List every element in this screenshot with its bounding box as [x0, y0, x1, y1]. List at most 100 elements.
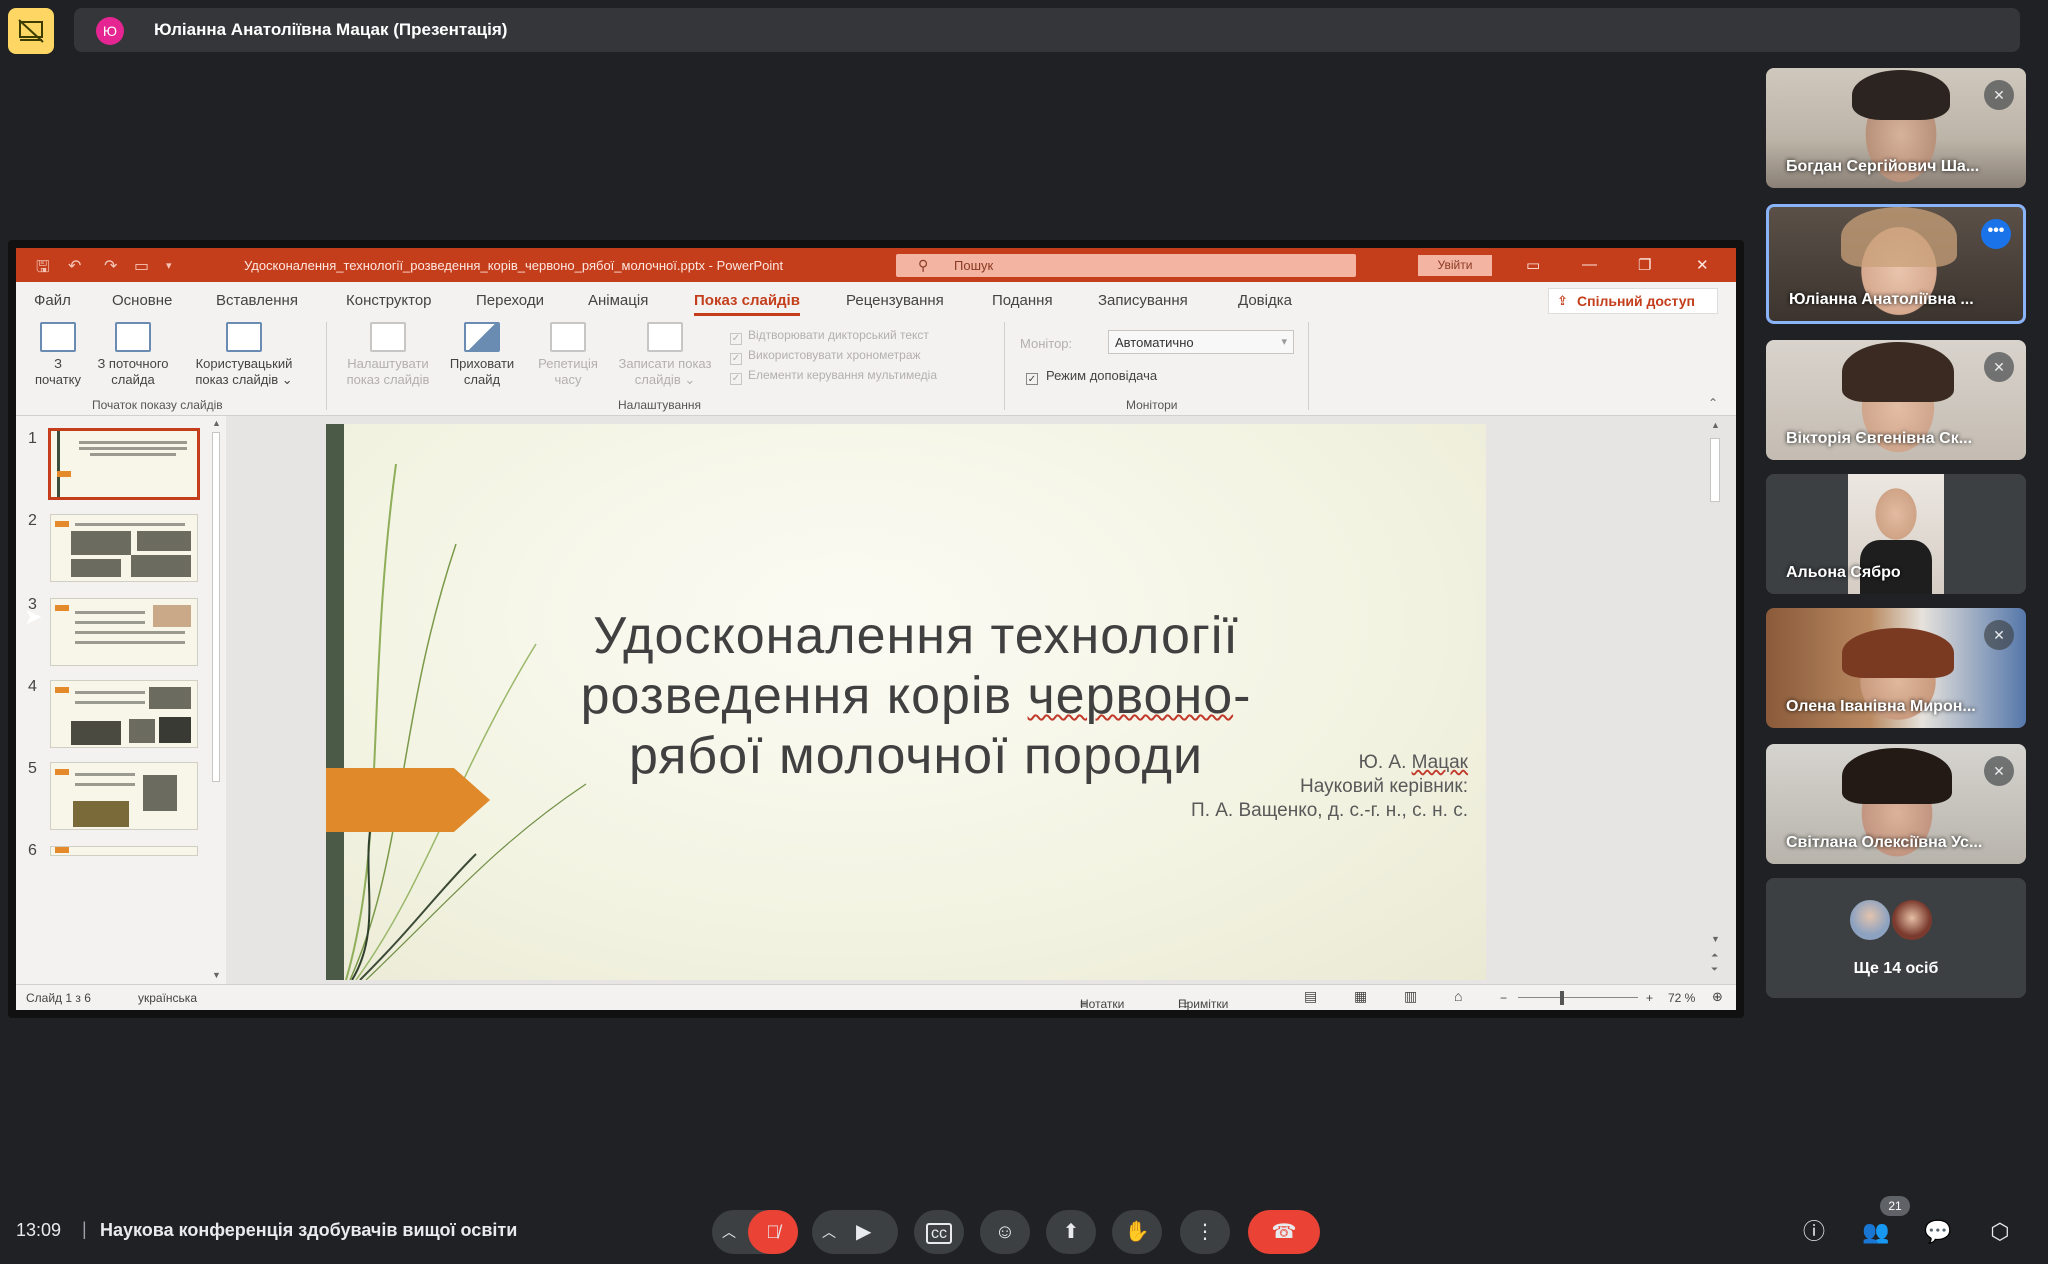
- normal-view-icon[interactable]: ▤: [1304, 988, 1317, 1005]
- slide-thumbnail-5[interactable]: [50, 762, 198, 830]
- tab-review[interactable]: Рецензування: [846, 292, 944, 309]
- slide-supervisor-label[interactable]: Науковий керівник:: [1300, 776, 1468, 798]
- restore-icon[interactable]: ❐: [1638, 256, 1651, 274]
- more-options-button[interactable]: ⋮: [1180, 1210, 1230, 1254]
- hide-slide-button[interactable]: Приховати слайд: [440, 322, 524, 388]
- thumbnails-scrollbar[interactable]: ▲ ▼: [210, 418, 222, 982]
- slideshow-view-icon[interactable]: ⌂: [1454, 988, 1462, 1004]
- scrollbar-thumb[interactable]: [212, 432, 220, 782]
- from-start-button[interactable]: З початку: [32, 322, 84, 388]
- presenter-view-checkbox[interactable]: ✓ Режим доповідача: [1026, 368, 1157, 385]
- participant-tile-active[interactable]: ••• Юліанна Анатоліївна ...: [1766, 204, 2026, 324]
- current-slide[interactable]: Удосконалення технології розведення корі…: [326, 424, 1486, 980]
- record-show-button[interactable]: Записати показ слайдів ⌄: [610, 322, 720, 388]
- from-start-label-1: З: [54, 356, 62, 371]
- tab-design[interactable]: Конструктор: [346, 292, 432, 309]
- custom-show-label-2: показ слайдів ⌄: [195, 372, 293, 387]
- slide-sorter-icon[interactable]: ▦: [1354, 988, 1367, 1005]
- participant-tile[interactable]: ✕ Світлана Олексіївна Ус...: [1766, 744, 2026, 864]
- ribbon-display-icon[interactable]: ▭: [1526, 256, 1540, 274]
- leave-call-button[interactable]: ☎: [1248, 1210, 1320, 1254]
- slide-thumbnail-1[interactable]: [48, 428, 200, 500]
- share-label: Спільний доступ: [1577, 293, 1696, 309]
- slide-title[interactable]: Удосконалення технології розведення корі…: [496, 606, 1336, 786]
- tab-help[interactable]: Довідка: [1238, 292, 1292, 309]
- tab-slideshow[interactable]: Показ слайдів: [694, 292, 800, 316]
- presentation-icon[interactable]: ▭: [134, 256, 149, 276]
- prev-slide-icon[interactable]: ⏶: [1711, 950, 1718, 961]
- participant-tile[interactable]: ✕ Богдан Сергійович Ша...: [1766, 68, 2026, 188]
- activities-icon[interactable]: ⬡: [1982, 1214, 2018, 1250]
- slide-scrollbar[interactable]: ▲ ▼ ⏶ ⏷: [1706, 416, 1724, 984]
- tab-insert[interactable]: Вставлення: [216, 292, 298, 309]
- slide-thumbnail-4[interactable]: [50, 680, 198, 748]
- people-icon[interactable]: 👥: [1858, 1214, 1894, 1250]
- captions-button[interactable]: cc: [914, 1210, 964, 1254]
- chat-icon[interactable]: 💬: [1920, 1214, 1956, 1250]
- checkbox-box: ✓: [730, 353, 742, 365]
- from-current-button[interactable]: З поточного слайда: [86, 322, 180, 388]
- group-label-setup: Налаштування: [618, 398, 701, 412]
- next-slide-icon[interactable]: ⏷: [1711, 964, 1718, 975]
- collapse-ribbon-icon[interactable]: ⌃: [1708, 396, 1718, 410]
- signin-button[interactable]: Увійти: [1418, 255, 1492, 276]
- search-box[interactable]: ⚲ Пошук: [896, 254, 1356, 277]
- undo-icon[interactable]: ↶: [68, 256, 81, 276]
- minimize-icon[interactable]: —: [1582, 256, 1597, 273]
- zoom-level[interactable]: 72 %: [1668, 991, 1695, 1005]
- zoom-out-icon[interactable]: −: [1500, 991, 1507, 1005]
- language-indicator[interactable]: українська: [138, 991, 197, 1005]
- slide-thumbnail-3[interactable]: [50, 598, 198, 666]
- reactions-button[interactable]: ☺: [980, 1210, 1030, 1254]
- participant-tile[interactable]: Альона Сябро: [1766, 474, 2026, 594]
- mic-off-button[interactable]: 🎙̸: [748, 1210, 798, 1254]
- tab-transitions[interactable]: Переходи: [476, 292, 544, 309]
- tab-home[interactable]: Основне: [112, 292, 172, 309]
- mic-options-chevron-icon[interactable]: ︿: [722, 1210, 736, 1254]
- slide-counter: Слайд 1 з 6: [26, 991, 91, 1005]
- participant-tile[interactable]: ✕ Олена Іванівна Мирон...: [1766, 608, 2026, 728]
- thumb-line: [75, 621, 145, 624]
- zoom-in-icon[interactable]: +: [1646, 991, 1653, 1005]
- tab-view[interactable]: Подання: [992, 292, 1053, 309]
- play-narrations-checkbox[interactable]: ✓ Відтворювати дикторський текст: [730, 328, 929, 345]
- save-icon[interactable]: 🖫: [36, 256, 50, 283]
- record-label-1: Записати показ: [618, 356, 712, 371]
- slide-supervisor[interactable]: П. А. Ващенко, д. с.-г. н., с. н. с.: [1191, 800, 1468, 822]
- participant-tile[interactable]: ✕ Вікторія Євгенівна Ск...: [1766, 340, 2026, 460]
- scrollbar-thumb[interactable]: [1710, 438, 1720, 502]
- scroll-down-icon[interactable]: ▼: [212, 970, 221, 980]
- zoom-slider-track[interactable]: [1518, 997, 1638, 998]
- fit-slide-icon[interactable]: ⊕: [1712, 989, 1723, 1005]
- camera-options-chevron-icon[interactable]: ︿: [822, 1210, 836, 1254]
- reading-view-icon[interactable]: ▥: [1404, 988, 1417, 1005]
- tab-record[interactable]: Записування: [1098, 292, 1188, 309]
- tab-file[interactable]: Файл: [34, 292, 71, 309]
- customize-qat-icon[interactable]: ▾: [166, 259, 172, 272]
- camera-icon[interactable]: ▶: [856, 1210, 871, 1254]
- use-timings-checkbox[interactable]: ✓ Використовувати хронометраж: [730, 348, 921, 365]
- custom-show-button[interactable]: Користувацький показ слайдів ⌄: [182, 322, 306, 388]
- present-button[interactable]: ⬆: [1046, 1210, 1096, 1254]
- tab-animations[interactable]: Анімація: [588, 292, 648, 309]
- slide-thumbnail-6[interactable]: [50, 846, 198, 856]
- raise-hand-button[interactable]: ✋: [1112, 1210, 1162, 1254]
- scroll-down-icon[interactable]: ▼: [1711, 934, 1720, 944]
- media-controls-checkbox[interactable]: ✓ Елементи керування мультимедіа: [730, 368, 937, 385]
- slide-author[interactable]: Ю. А. Мацак: [1359, 752, 1468, 774]
- rehearse-timings-button[interactable]: Репетиція часу: [528, 322, 608, 388]
- monitor-select[interactable]: Автоматично ▾: [1108, 330, 1294, 354]
- more-options-icon[interactable]: •••: [1981, 219, 2011, 249]
- more-participants-tile[interactable]: Ще 14 осіб: [1766, 878, 2026, 998]
- share-button[interactable]: ⇪ Спільний доступ: [1548, 288, 1718, 314]
- meeting-info-icon[interactable]: ⓘ: [1796, 1214, 1832, 1250]
- stop-presenting-icon[interactable]: [8, 8, 54, 54]
- close-icon[interactable]: ✕: [1696, 256, 1709, 274]
- scroll-up-icon[interactable]: ▲: [212, 418, 221, 428]
- scroll-up-icon[interactable]: ▲: [1711, 420, 1720, 430]
- redo-icon[interactable]: ↷: [104, 256, 117, 276]
- zoom-slider-handle[interactable]: [1560, 991, 1564, 1005]
- slide-thumbnail-2[interactable]: [50, 514, 198, 582]
- setup-show-button[interactable]: Налаштувати показ слайдів: [338, 322, 438, 388]
- comments-label: Примітки: [1178, 997, 1229, 1010]
